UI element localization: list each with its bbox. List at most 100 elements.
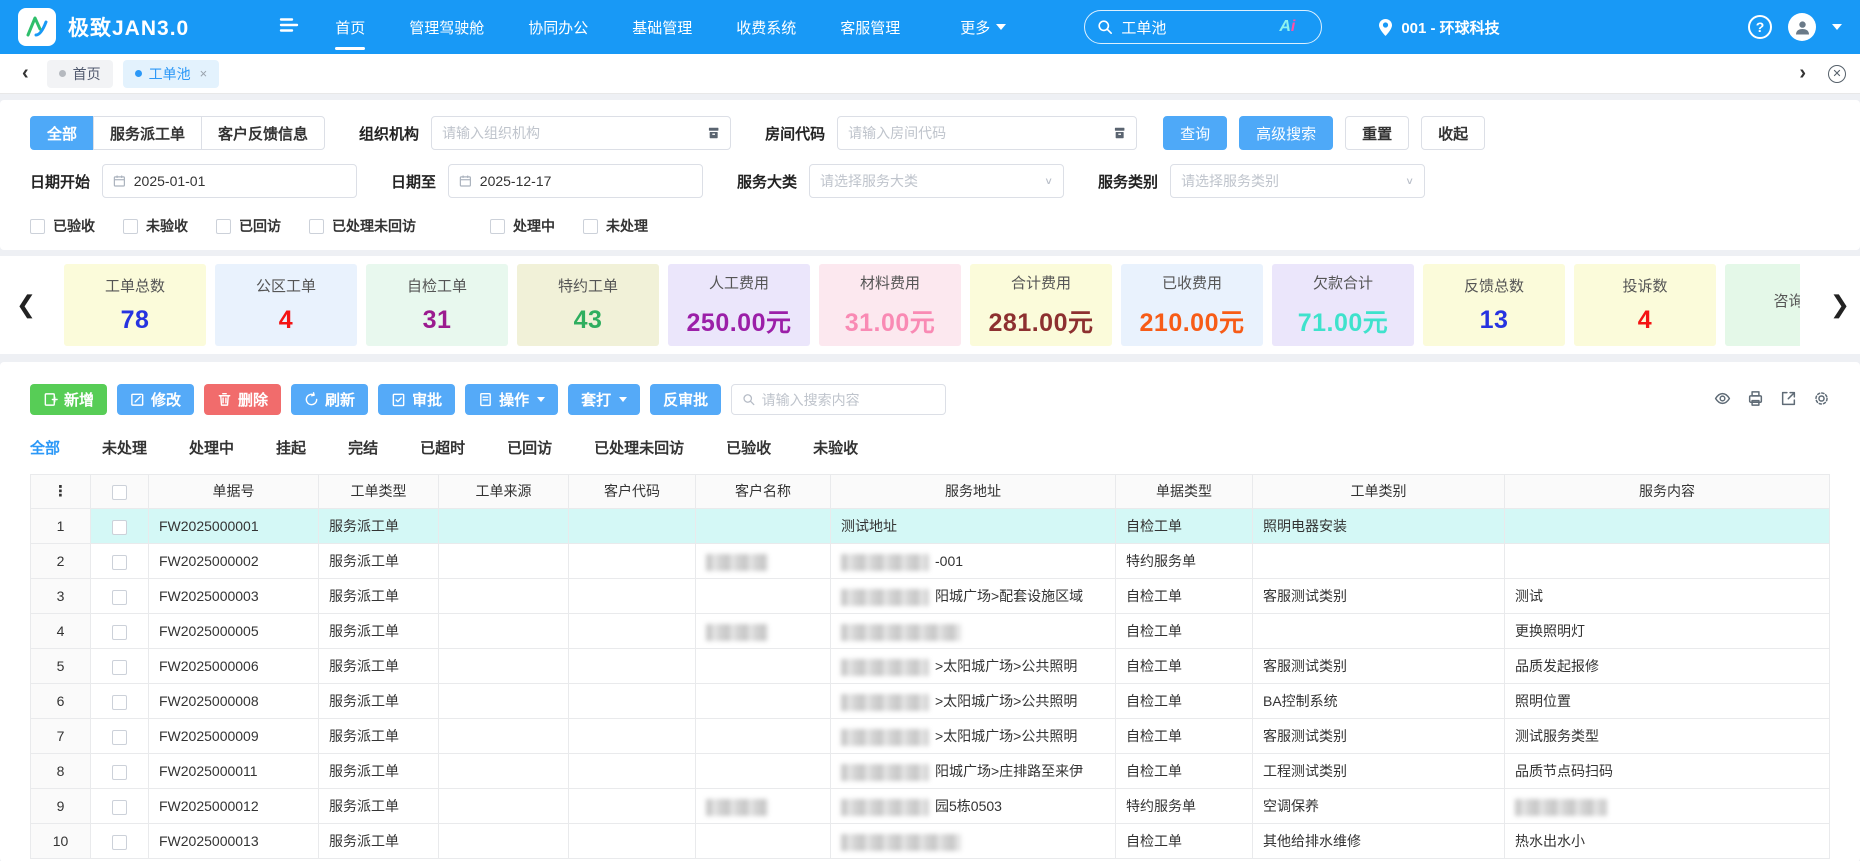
org-input[interactable]: [442, 125, 707, 141]
stat-card-9[interactable]: 欠款合计 71.00元: [1272, 264, 1414, 346]
user-avatar[interactable]: [1788, 13, 1816, 41]
service-type-select[interactable]: 请选择服务类别 ∨: [1170, 164, 1426, 198]
export-icon[interactable]: [1780, 390, 1797, 407]
row-checkbox[interactable]: [112, 519, 127, 535]
checkbox-box[interactable]: [309, 218, 324, 234]
close-all-tabs-icon[interactable]: ✕: [1828, 64, 1846, 83]
chevron-down-icon[interactable]: [1832, 24, 1842, 30]
room-input[interactable]: [848, 125, 1113, 141]
date-start-input[interactable]: [133, 173, 347, 189]
table-search-input[interactable]: [761, 391, 936, 408]
column-header-工单来源[interactable]: 工单来源: [439, 475, 569, 509]
service-cat-select[interactable]: 请选择服务大类 ∨: [809, 164, 1065, 198]
status-tab-未验收[interactable]: 未验收: [813, 437, 858, 462]
checkbox-已处理未回访[interactable]: 已处理未回访: [309, 216, 416, 236]
status-tab-已回访[interactable]: 已回访: [507, 437, 552, 462]
stat-card-8[interactable]: 已收费用 210.00元: [1121, 264, 1263, 346]
toolbar-button-修改[interactable]: 修改: [117, 384, 195, 415]
nav-item-6[interactable]: 客服管理: [840, 0, 900, 54]
status-tab-处理中[interactable]: 处理中: [189, 437, 234, 462]
row-checkbox[interactable]: [112, 799, 127, 815]
checkbox-box[interactable]: [583, 218, 598, 234]
nav-item-3[interactable]: 协同办公: [528, 0, 588, 54]
column-header-客户代码[interactable]: 客户代码: [569, 475, 696, 509]
help-icon[interactable]: ?: [1748, 15, 1772, 39]
toolbar-button-审批[interactable]: 审批: [378, 384, 456, 415]
stats-scroll-right-icon[interactable]: ❯: [1830, 291, 1850, 320]
org-selector[interactable]: 001 - 环球科技: [1378, 17, 1500, 38]
stat-card-12[interactable]: 咨询数: [1725, 264, 1800, 346]
room-picker-icon[interactable]: [1113, 126, 1126, 140]
stats-scroll-left-icon[interactable]: ❮: [16, 291, 36, 320]
table-row[interactable]: 10 FW2025000013 服务派工单 自检工单 其他给排水维修 热水出水小: [31, 824, 1829, 859]
filter-button-查询[interactable]: 查询: [1163, 116, 1228, 150]
stat-card-1[interactable]: 工单总数 78: [64, 264, 206, 346]
status-tab-已超时[interactable]: 已超时: [420, 437, 465, 462]
ai-assistant-icon[interactable]: Ai: [1279, 18, 1295, 36]
filter-type-tab-3[interactable]: 客户反馈信息: [201, 116, 326, 150]
stat-card-7[interactable]: 合计费用 281.00元: [970, 264, 1112, 346]
select-all-checkbox[interactable]: [112, 484, 127, 500]
checkbox-未处理[interactable]: 未处理: [583, 216, 648, 236]
stat-card-5[interactable]: 人工费用 250.00元: [668, 264, 810, 346]
checkbox-未验收[interactable]: 未验收: [123, 216, 188, 236]
table-row[interactable]: 8 FW2025000011 服务派工单 阳城广场>庄排路至来伊 自检工单 工程测试类别品…: [31, 754, 1829, 789]
nav-item-2[interactable]: 管理驾驶舱: [409, 0, 484, 54]
page-tab-1[interactable]: 首页: [46, 59, 113, 88]
checkbox-box[interactable]: [30, 218, 45, 234]
tabs-scroll-left-icon[interactable]: ‹: [14, 62, 37, 85]
row-checkbox[interactable]: [112, 729, 127, 745]
filter-button-高级搜索[interactable]: 高级搜索: [1239, 116, 1334, 150]
global-search-input[interactable]: [1121, 18, 1272, 36]
row-checkbox[interactable]: [112, 624, 127, 640]
page-tab-2[interactable]: 工单池 ×: [122, 59, 220, 88]
nav-item-5[interactable]: 收费系统: [736, 0, 796, 54]
checkbox-box[interactable]: [123, 218, 138, 234]
toolbar-button-删除[interactable]: 删除: [204, 384, 282, 415]
checkbox-处理中[interactable]: 处理中: [490, 216, 555, 236]
eye-icon[interactable]: [1714, 390, 1731, 407]
filter-type-tab-2[interactable]: 服务派工单: [93, 116, 203, 150]
filter-button-重置[interactable]: 重置: [1345, 116, 1410, 150]
row-checkbox[interactable]: [112, 589, 127, 605]
column-drag-handle[interactable]: ⋮: [31, 475, 91, 509]
toolbar-button-刷新[interactable]: 刷新: [291, 384, 369, 415]
table-row[interactable]: 5 FW2025000006 服务派工单 >太阳城广场>公共照明 自检工单 客服测试类别品…: [31, 649, 1829, 684]
column-header-工单类型[interactable]: 工单类型: [319, 475, 439, 509]
column-header-客户名称[interactable]: 客户名称: [696, 475, 831, 509]
row-checkbox[interactable]: [112, 694, 127, 710]
stat-card-6[interactable]: 材料费用 31.00元: [819, 264, 961, 346]
stat-card-11[interactable]: 投诉数 4: [1574, 264, 1716, 346]
menu-collapse-icon[interactable]: [279, 17, 299, 38]
table-row[interactable]: 3 FW2025000003 服务派工单 阳城广场>配套设施区域 自检工单 客服测试类别测…: [31, 579, 1829, 614]
checkbox-box[interactable]: [490, 218, 505, 234]
checkbox-已回访[interactable]: 已回访: [216, 216, 281, 236]
nav-more-button[interactable]: 更多: [960, 17, 1007, 38]
table-row[interactable]: 7 FW2025000009 服务派工单 >太阳城广场>公共照明 自检工单 客服测试类别测…: [31, 719, 1829, 754]
row-checkbox[interactable]: [112, 764, 127, 780]
table-row[interactable]: 6 FW2025000008 服务派工单 >太阳城广场>公共照明 自检工单 BA控制系统照…: [31, 684, 1829, 719]
filter-button-收起[interactable]: 收起: [1421, 116, 1486, 150]
global-search[interactable]: Ai: [1084, 10, 1323, 44]
gear-icon[interactable]: [1813, 390, 1830, 407]
status-tab-已处理未回访[interactable]: 已处理未回访: [594, 437, 684, 462]
stat-card-10[interactable]: 反馈总数 13: [1423, 264, 1565, 346]
filter-type-tab-1[interactable]: 全部: [30, 116, 95, 150]
toolbar-button-新增[interactable]: 新增: [30, 384, 108, 415]
toolbar-button-套打[interactable]: 套打: [568, 384, 641, 415]
nav-item-4[interactable]: 基础管理: [632, 0, 692, 54]
stat-card-2[interactable]: 公区工单 4: [215, 264, 357, 346]
row-checkbox[interactable]: [112, 659, 127, 675]
printer-icon[interactable]: [1747, 390, 1764, 407]
row-checkbox[interactable]: [112, 834, 127, 850]
status-tab-已验收[interactable]: 已验收: [726, 437, 771, 462]
column-header-工单类别[interactable]: 工单类别: [1253, 475, 1505, 509]
column-header-服务地址[interactable]: 服务地址: [831, 475, 1116, 509]
status-tab-挂起[interactable]: 挂起: [276, 437, 306, 462]
row-checkbox[interactable]: [112, 554, 127, 570]
stat-card-4[interactable]: 特约工单 43: [517, 264, 659, 346]
status-tab-完结[interactable]: 完结: [348, 437, 378, 462]
stat-card-3[interactable]: 自检工单 31: [366, 264, 508, 346]
table-row[interactable]: 1 FW2025000001 服务派工单 测试地址 自检工单 照明电器安装: [31, 509, 1829, 544]
column-header-单据类型[interactable]: 单据类型: [1116, 475, 1253, 509]
